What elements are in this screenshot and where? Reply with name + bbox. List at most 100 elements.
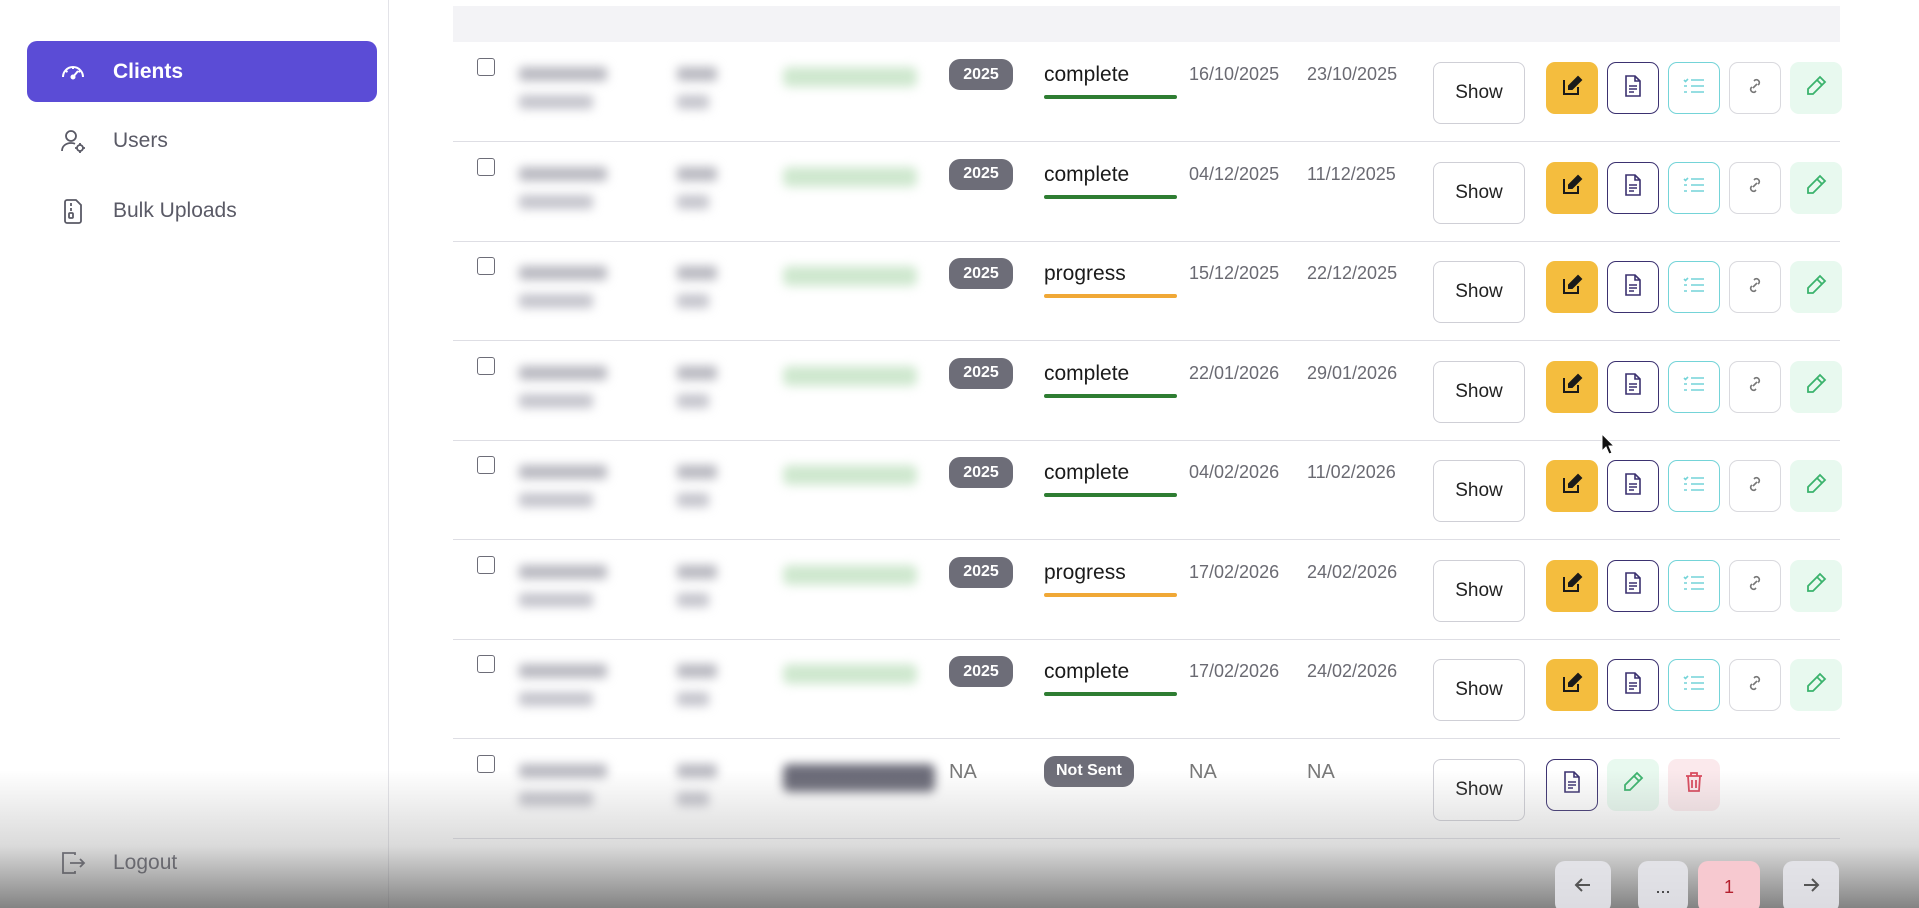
doc-action-button[interactable] <box>1607 62 1659 114</box>
edit-action-button[interactable] <box>1546 161 1598 214</box>
edit-action-button[interactable] <box>1546 360 1598 413</box>
row-checkbox[interactable] <box>477 555 495 574</box>
status-progress-bar <box>1044 95 1177 99</box>
start-date: 17/02/2026 <box>1189 661 1280 681</box>
link-action-button[interactable] <box>1729 261 1781 313</box>
table-row: 2025 progress 15/12/2025 22/12/2025 Show <box>453 242 1842 341</box>
row-checkbox[interactable] <box>477 356 495 375</box>
doc-action-button[interactable] <box>1546 758 1598 811</box>
row-checkbox[interactable] <box>477 754 495 773</box>
pencil-action-button[interactable] <box>1790 659 1842 711</box>
pencil-action-button[interactable] <box>1790 460 1842 512</box>
redacted-text <box>519 365 607 380</box>
pagination-page-current[interactable]: 1 <box>1698 861 1760 908</box>
table-row: NA Not Sent NA NA Show <box>453 740 1840 839</box>
logout-button[interactable]: Logout <box>27 832 377 893</box>
redacted-text <box>519 166 607 181</box>
sidebar: Clients Users Bulk Uploads Logout <box>0 0 389 908</box>
status-progress-bar <box>1044 294 1177 298</box>
pencil-action-button[interactable] <box>1790 360 1842 413</box>
show-dropdown-button[interactable]: Show <box>1433 161 1525 224</box>
table-row: 2025 complete 17/02/2026 24/02/2026 Show <box>453 640 1842 739</box>
trash-action-button[interactable] <box>1668 758 1720 811</box>
pencil-icon <box>1804 472 1828 501</box>
show-dropdown-button[interactable]: Show <box>1433 360 1525 423</box>
redacted-text <box>677 791 709 806</box>
row-checkbox[interactable] <box>477 58 495 76</box>
pencil-action-button[interactable] <box>1790 161 1842 214</box>
link-action-button[interactable] <box>1729 659 1781 711</box>
doc-action-button[interactable] <box>1607 261 1659 313</box>
pencil-action-button[interactable] <box>1790 261 1842 313</box>
redacted-text <box>677 294 709 308</box>
redacted-text <box>677 664 717 678</box>
doc-action-button[interactable] <box>1607 559 1659 612</box>
sidebar-item-clients[interactable]: Clients <box>27 41 377 102</box>
list-action-button[interactable] <box>1668 360 1720 413</box>
list-icon <box>1682 572 1706 599</box>
redacted-text <box>677 692 709 706</box>
year-badge: 2025 <box>949 457 1013 488</box>
doc-action-button[interactable] <box>1607 460 1659 512</box>
list-action-button[interactable] <box>1668 460 1720 512</box>
edit-action-button[interactable] <box>1546 659 1598 711</box>
list-action-button[interactable] <box>1668 659 1720 711</box>
year-badge: 2025 <box>949 357 1013 389</box>
link-action-button[interactable] <box>1729 62 1781 114</box>
row-checkbox[interactable] <box>477 655 495 673</box>
doc-action-button[interactable] <box>1607 659 1659 711</box>
year-badge: 2025 <box>949 556 1013 588</box>
end-date: 11/12/2025 <box>1307 163 1396 184</box>
redacted-text <box>677 465 717 479</box>
status-label: progress <box>1044 560 1126 584</box>
pencil-icon <box>1804 372 1828 401</box>
redacted-text <box>519 791 593 806</box>
show-dropdown-button[interactable]: Show <box>1433 758 1525 821</box>
sidebar-item-users[interactable]: Users <box>27 110 377 171</box>
edit-action-button[interactable] <box>1546 559 1598 612</box>
row-checkbox[interactable] <box>477 157 495 176</box>
redacted-badge <box>783 763 935 792</box>
link-action-button[interactable] <box>1729 161 1781 214</box>
app-root: Clients Users Bulk Uploads Logout 2025 c… <box>0 0 1919 908</box>
redacted-badge <box>783 564 917 585</box>
pencil-action-button[interactable] <box>1790 559 1842 612</box>
edit-action-button[interactable] <box>1546 62 1598 114</box>
show-dropdown-button[interactable]: Show <box>1433 659 1525 721</box>
list-action-button[interactable] <box>1668 62 1720 114</box>
doc-action-button[interactable] <box>1607 161 1659 214</box>
link-action-button[interactable] <box>1729 559 1781 612</box>
redacted-text <box>519 592 593 607</box>
pagination-next-button[interactable] <box>1783 861 1839 908</box>
year-badge: 2025 <box>949 158 1013 190</box>
show-dropdown-button[interactable]: Show <box>1433 460 1525 522</box>
show-dropdown-button[interactable]: Show <box>1433 62 1525 124</box>
sidebar-item-label: Bulk Uploads <box>113 198 237 222</box>
row-checkbox[interactable] <box>477 456 495 474</box>
list-icon <box>1682 373 1706 400</box>
start-date: 15/12/2025 <box>1189 263 1280 283</box>
doc-action-button[interactable] <box>1607 360 1659 413</box>
edit-action-button[interactable] <box>1546 460 1598 512</box>
main-content: 2025 complete 16/10/2025 23/10/2025 Show 2025… <box>389 0 1919 908</box>
redacted-badge <box>783 266 917 286</box>
redacted-text <box>677 67 717 81</box>
show-dropdown-button[interactable]: Show <box>1433 559 1525 622</box>
show-dropdown-button[interactable]: Show <box>1433 261 1525 323</box>
pagination-prev-button[interactable] <box>1555 861 1611 908</box>
row-checkbox[interactable] <box>477 257 495 275</box>
link-action-button[interactable] <box>1729 360 1781 413</box>
edit-action-button[interactable] <box>1546 261 1598 313</box>
redacted-text <box>677 194 709 209</box>
redacted-text <box>519 465 607 479</box>
pencil-action-button[interactable] <box>1790 62 1842 114</box>
sidebar-item-bulk-uploads[interactable]: Bulk Uploads <box>27 180 377 241</box>
redacted-text <box>519 266 607 280</box>
link-action-button[interactable] <box>1729 460 1781 512</box>
pencil-action-button[interactable] <box>1607 758 1659 811</box>
pencil-icon <box>1804 273 1828 302</box>
list-action-button[interactable] <box>1668 161 1720 214</box>
list-action-button[interactable] <box>1668 559 1720 612</box>
list-action-button[interactable] <box>1668 261 1720 313</box>
redacted-text <box>519 763 607 778</box>
